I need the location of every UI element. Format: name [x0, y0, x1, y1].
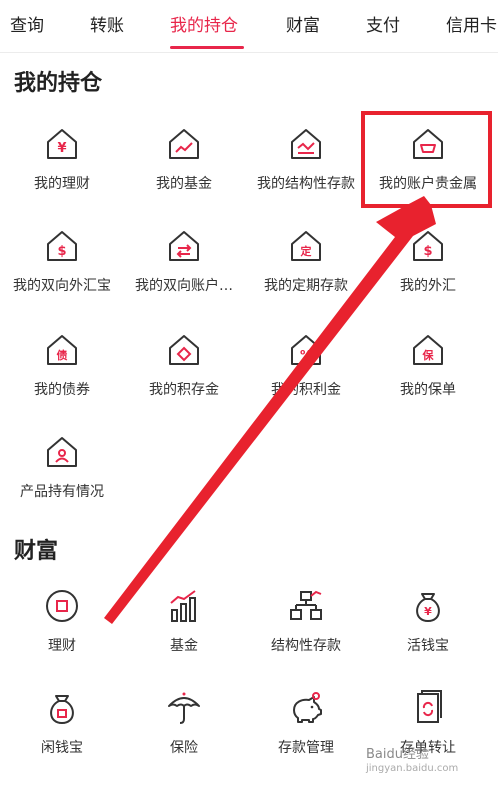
- wealth-item-label: 基金: [170, 638, 198, 654]
- wealth-item-structured-deposit[interactable]: 结构性存款: [244, 586, 368, 682]
- svg-text:$: $: [57, 244, 66, 259]
- house-person-icon: [47, 437, 77, 467]
- wealth-item-label: 存款管理: [278, 740, 334, 756]
- svg-text:%: %: [300, 348, 312, 362]
- holding-item-fixed-deposit[interactable]: 定 我的定期存款: [244, 226, 368, 322]
- top-tab-bar: 查询 转账 我的持仓 财富 支付 信用卡: [0, 0, 498, 53]
- watermark-brand: Baidu经验: [366, 747, 429, 762]
- highlight-box: [361, 111, 492, 208]
- wealth-item-active-money[interactable]: ¥ 活钱宝: [366, 586, 490, 682]
- holding-item-gold-accumulation[interactable]: 我的积存金: [122, 330, 246, 426]
- svg-text:债: 债: [57, 348, 68, 362]
- holding-item-label: 我的双向外汇宝: [13, 278, 111, 294]
- wealth-item-wealth-management[interactable]: 理财: [0, 586, 124, 682]
- tab-my-holdings[interactable]: 我的持仓: [170, 14, 238, 38]
- holding-item-fund[interactable]: 我的基金: [122, 124, 246, 220]
- watermark: Baidu经验 jingyan.baidu.com: [366, 748, 494, 782]
- holding-item-label: 我的外汇: [400, 278, 456, 294]
- house-chart-icon: [169, 129, 199, 159]
- money-bag-icon: ¥: [416, 593, 440, 623]
- active-tab-indicator: [170, 46, 244, 49]
- watermark-url: jingyan.baidu.com: [366, 763, 459, 774]
- holding-item-dual-forex[interactable]: $ 我的双向外汇宝: [0, 226, 124, 322]
- house-dollar-icon: $: [47, 231, 77, 261]
- umbrella-icon: [168, 692, 200, 724]
- svg-text:定: 定: [301, 244, 312, 258]
- house-trend-icon: [291, 129, 321, 159]
- wealth-section-title: 财富: [14, 539, 59, 564]
- holding-item-label: 我的积存金: [149, 382, 219, 398]
- wealth-item-label: 结构性存款: [271, 638, 341, 654]
- house-insurance-icon: 保: [413, 335, 443, 365]
- holding-item-label: 我的基金: [156, 176, 212, 192]
- wealth-item-label: 活钱宝: [407, 638, 449, 654]
- holding-item-label: 我的定期存款: [264, 278, 348, 294]
- wealth-item-deposit-management[interactable]: 存款管理: [244, 688, 368, 784]
- holding-item-forex[interactable]: $ 我的外汇: [366, 226, 490, 322]
- tab-payment[interactable]: 支付: [366, 14, 400, 38]
- holding-item-bond[interactable]: 债 我的债券: [0, 330, 124, 426]
- house-diamond-icon: [169, 335, 199, 365]
- wealth-item-insurance[interactable]: 保险: [122, 688, 246, 784]
- tab-query[interactable]: 查询: [10, 14, 44, 38]
- holdings-section-title: 我的持仓: [14, 71, 103, 96]
- piggy-bank-icon: [293, 692, 322, 723]
- money-bag-icon: [50, 695, 74, 725]
- wealth-item-label: 理财: [48, 638, 76, 654]
- house-percent-icon: %: [291, 335, 321, 365]
- svg-text:保: 保: [422, 348, 435, 362]
- house-fixed-icon: 定: [291, 231, 321, 261]
- holding-item-label: 我的债券: [34, 382, 90, 398]
- tab-wealth[interactable]: 财富: [286, 14, 320, 38]
- holding-item-product-status[interactable]: 产品持有情况: [0, 432, 124, 528]
- coin-icon: [46, 590, 78, 622]
- svg-text:¥: ¥: [57, 141, 66, 156]
- svg-text:¥: ¥: [424, 605, 432, 618]
- wealth-item-label: 保险: [170, 740, 198, 756]
- wealth-item-label: 闲钱宝: [41, 740, 83, 756]
- bar-chart-icon: [170, 590, 196, 622]
- holding-item-structured-deposit[interactable]: 我的结构性存款: [244, 124, 368, 220]
- wealth-item-idle-money[interactable]: 闲钱宝: [0, 688, 124, 784]
- tab-credit-card[interactable]: 信用卡: [446, 14, 497, 38]
- house-bond-icon: 债: [47, 335, 77, 365]
- wealth-item-fund[interactable]: 基金: [122, 586, 246, 682]
- certificate-transfer-icon: [417, 690, 442, 723]
- holding-item-label: 我的结构性存款: [257, 176, 355, 192]
- holding-item-interest-gold[interactable]: % 我的积利金: [244, 330, 368, 426]
- holding-item-label: 产品持有情况: [20, 484, 104, 500]
- house-yen-icon: ¥: [47, 129, 77, 159]
- hierarchy-icon: [290, 590, 322, 620]
- house-dollar-icon: $: [413, 231, 443, 261]
- holding-item-label: 我的双向账户…: [135, 278, 233, 294]
- holding-item-label: 我的积利金: [271, 382, 341, 398]
- holding-item-insurance-policy[interactable]: 保 我的保单: [366, 330, 490, 426]
- holding-item-label: 我的保单: [400, 382, 456, 398]
- house-exchange-icon: [169, 231, 199, 261]
- holding-item-dual-account[interactable]: 我的双向账户…: [122, 226, 246, 322]
- svg-text:$: $: [423, 244, 432, 259]
- holding-item-wealth-management[interactable]: ¥ 我的理财: [0, 124, 124, 220]
- tab-transfer[interactable]: 转账: [90, 14, 124, 38]
- holding-item-label: 我的理财: [34, 176, 90, 192]
